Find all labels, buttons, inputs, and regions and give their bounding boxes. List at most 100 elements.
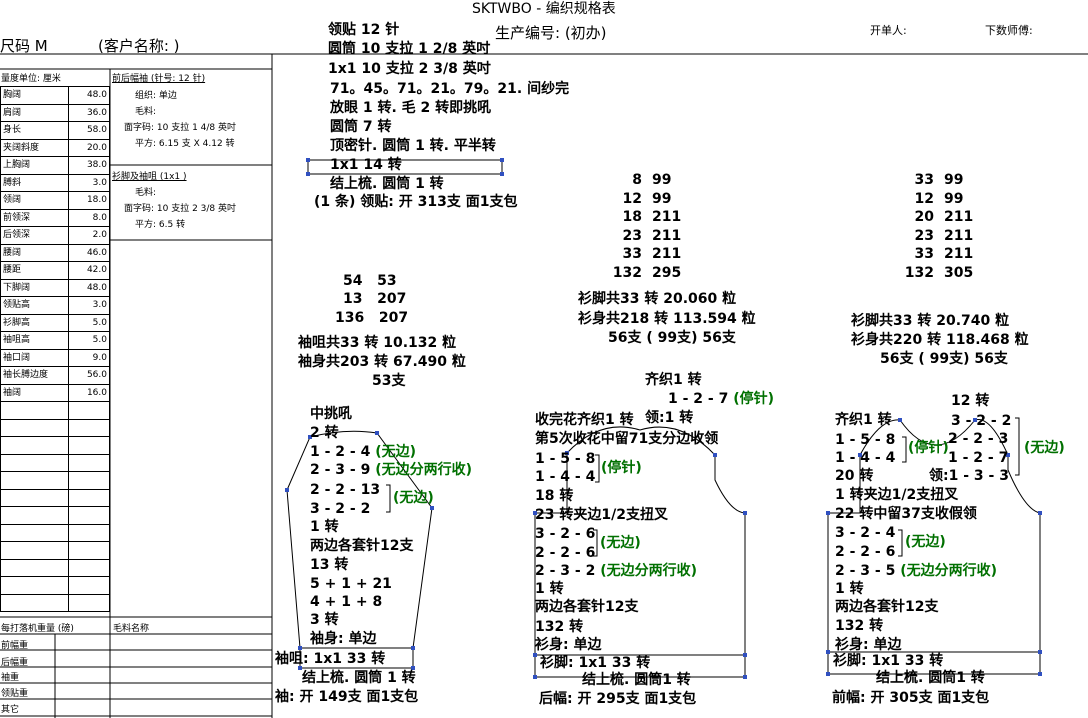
front-table-row: 20 211 xyxy=(900,209,974,226)
measurement-row-empty xyxy=(0,593,110,612)
front-step: 3 - 2 - 4 xyxy=(835,525,896,541)
front-tingzhen: (停针) xyxy=(908,440,949,456)
front-step: 22 转中留37支收假领 xyxy=(835,506,977,522)
back-table-row: 8 99 xyxy=(608,172,671,188)
back-table-cell: 23 xyxy=(622,227,642,244)
sleeve-summary: 袖身共203 转 67.490 粒 xyxy=(298,354,466,370)
front-wubian: (无边) xyxy=(905,534,946,550)
measurement-row: 袖阔 16.0 xyxy=(0,383,110,402)
measurement-row: 肩阔 36.0 xyxy=(0,103,110,122)
front-neck-step: 2 - 2 - 3 xyxy=(948,431,1009,447)
collar-note: 顶密针. 圆筒 1 转. 平半转 xyxy=(330,138,496,154)
measurement-value: 20.0 xyxy=(68,138,110,157)
collar-note: 领贴 12 针 xyxy=(328,22,400,38)
back-summary: 衫身共218 转 113.594 粒 xyxy=(578,311,756,327)
measurement-name: 袖口阔 xyxy=(0,348,69,367)
front-t12: 12 转 xyxy=(951,393,990,409)
measurement-row: 袖长膊边度 56.0 xyxy=(0,366,110,385)
back-table-row: 18 211 xyxy=(608,209,682,226)
front-top: 齐织1 转 xyxy=(835,412,892,428)
front-open: 前幅: 开 305支 面1支包 xyxy=(832,690,990,706)
measurement-value: 48.0 xyxy=(68,278,110,297)
front-table-cell: 20 xyxy=(914,209,934,226)
measurement-row: 胸阔 48.0 xyxy=(0,86,110,105)
measurement-row: 身长 58.0 xyxy=(0,121,110,140)
front-table-row: 33 99 xyxy=(900,172,964,188)
measurement-name: 袖长膊边度 xyxy=(0,366,69,385)
measurement-row-empty xyxy=(0,471,110,490)
front-finish: 结上梳. 圆筒1 转 xyxy=(876,670,985,686)
measurement-name: 上胸阔 xyxy=(0,156,69,175)
measurement-name: 身长 xyxy=(0,121,69,140)
sleeve-cuff: 袖咀: 1x1 33 转 xyxy=(275,651,386,667)
measurement-value: 46.0 xyxy=(68,243,110,262)
sleeve-step: 袖身: 单边 xyxy=(310,631,377,647)
unit-label: 量度单位: 厘米 xyxy=(1,74,61,84)
sleeve-open: 袖: 开 149支 面1支包 xyxy=(275,689,419,705)
sleeve-top: 中挑吼 xyxy=(310,406,352,422)
back-step: 1 - 5 - 8 xyxy=(535,451,596,467)
measurement-row-empty xyxy=(0,418,110,437)
measurement-row: 膊斜 3.0 xyxy=(0,173,110,192)
front-wubian-r: (无边) xyxy=(1024,440,1065,456)
front-table-cell: 99 xyxy=(944,172,964,188)
measurement-name: 后领深 xyxy=(0,226,69,245)
collar-note: 1x1 14 转 xyxy=(330,157,402,173)
back-table-row: 33 211 xyxy=(608,246,682,263)
back-neck2: 第5次收花中留71支分边收领 xyxy=(535,431,719,447)
front-step: 2 - 3 - 5 (无边分两行收) xyxy=(835,563,998,579)
measurement-name: 夹阔斜度 xyxy=(0,138,69,157)
front-neck: 领:1 - 3 - 3 xyxy=(929,468,1009,484)
measurement-value: 58.0 xyxy=(68,121,110,140)
back-summary: 56支 ( 99支) 56支 xyxy=(608,330,736,346)
measurement-row: 领贴高 3.0 xyxy=(0,296,110,315)
back-table-cell: 33 xyxy=(622,246,642,263)
back-step: 3 - 2 - 6 xyxy=(535,526,596,542)
back-neck1: 收完花齐织1 转 xyxy=(535,412,634,428)
sleeve-step: 3 - 2 - 2 xyxy=(310,501,371,517)
back-table-cell: 8 xyxy=(632,172,642,188)
measurement-table: 胸阔 48.0 肩阔 36.0 身长 58.0 夹阔斜度 20.0 上胸阔 38.0 膊斜 3.0 领阔… xyxy=(0,86,110,612)
measurement-name: 膊斜 xyxy=(0,173,69,192)
measurement-name: 袖咀高 xyxy=(0,331,69,350)
measurement-row: 袖咀高 5.0 xyxy=(0,331,110,350)
sleeve-step: 5 + 1 + 21 xyxy=(310,576,392,592)
measurement-row-empty xyxy=(0,558,110,577)
measurement-row: 领阔 18.0 xyxy=(0,191,110,210)
front-table-cell: 211 xyxy=(944,246,974,263)
body-tension: 面字码: 10 支拉 1 4/8 英吋 xyxy=(124,123,236,133)
measurement-row: 夹阔斜度 20.0 xyxy=(0,138,110,157)
front-step: 两边各套针12支 xyxy=(835,599,939,615)
back-table-cell: 211 xyxy=(652,209,682,226)
measurement-value: 5.0 xyxy=(68,331,110,350)
measurement-row: 前领深 8.0 xyxy=(0,208,110,227)
front-table-cell: 33 xyxy=(914,246,934,263)
back-table-cell: 132 xyxy=(612,265,642,281)
back-top2: 1 - 2 - 7 (停针) xyxy=(668,391,775,407)
back-step: 2 - 3 - 2 (无边分两行收) xyxy=(535,563,698,579)
collar-note: (1 条) 领贴: 开 313支 面1支包 xyxy=(314,194,518,210)
back-table-cell: 211 xyxy=(652,227,682,244)
front-step: 2 - 2 - 6 xyxy=(835,544,896,560)
back-step: 132 转 xyxy=(535,619,584,635)
measurement-name: 下脚阔 xyxy=(0,278,69,297)
body-org: 组织: 单边 xyxy=(135,91,177,101)
front-table-row: 33 211 xyxy=(900,246,974,263)
body-square: 平方: 6.15 支 X 4.12 转 xyxy=(135,139,235,149)
measurement-row-empty xyxy=(0,401,110,420)
measurement-row-empty xyxy=(0,576,110,595)
front-table-cell: 132 xyxy=(904,265,934,281)
rib-square: 平方: 6.5 转 xyxy=(135,220,186,230)
sleeve-step: 2 - 2 - 13 xyxy=(310,482,381,498)
measurement-name: 袖阔 xyxy=(0,383,69,402)
rib-spec-title: 衫脚及袖咀 (1x1 ) xyxy=(112,172,187,182)
collar-note: 圆筒 7 转 xyxy=(330,119,392,135)
back-wubian: (无边) xyxy=(600,535,641,551)
measurement-name: 腰距 xyxy=(0,261,69,280)
front-table-cell: 99 xyxy=(944,190,964,207)
measurement-name: 前领深 xyxy=(0,208,69,227)
measurement-value: 18.0 xyxy=(68,191,110,210)
measurement-row-empty xyxy=(0,453,110,472)
front-table-cell: 33 xyxy=(914,172,934,188)
measurement-row: 后领深 2.0 xyxy=(0,226,110,245)
